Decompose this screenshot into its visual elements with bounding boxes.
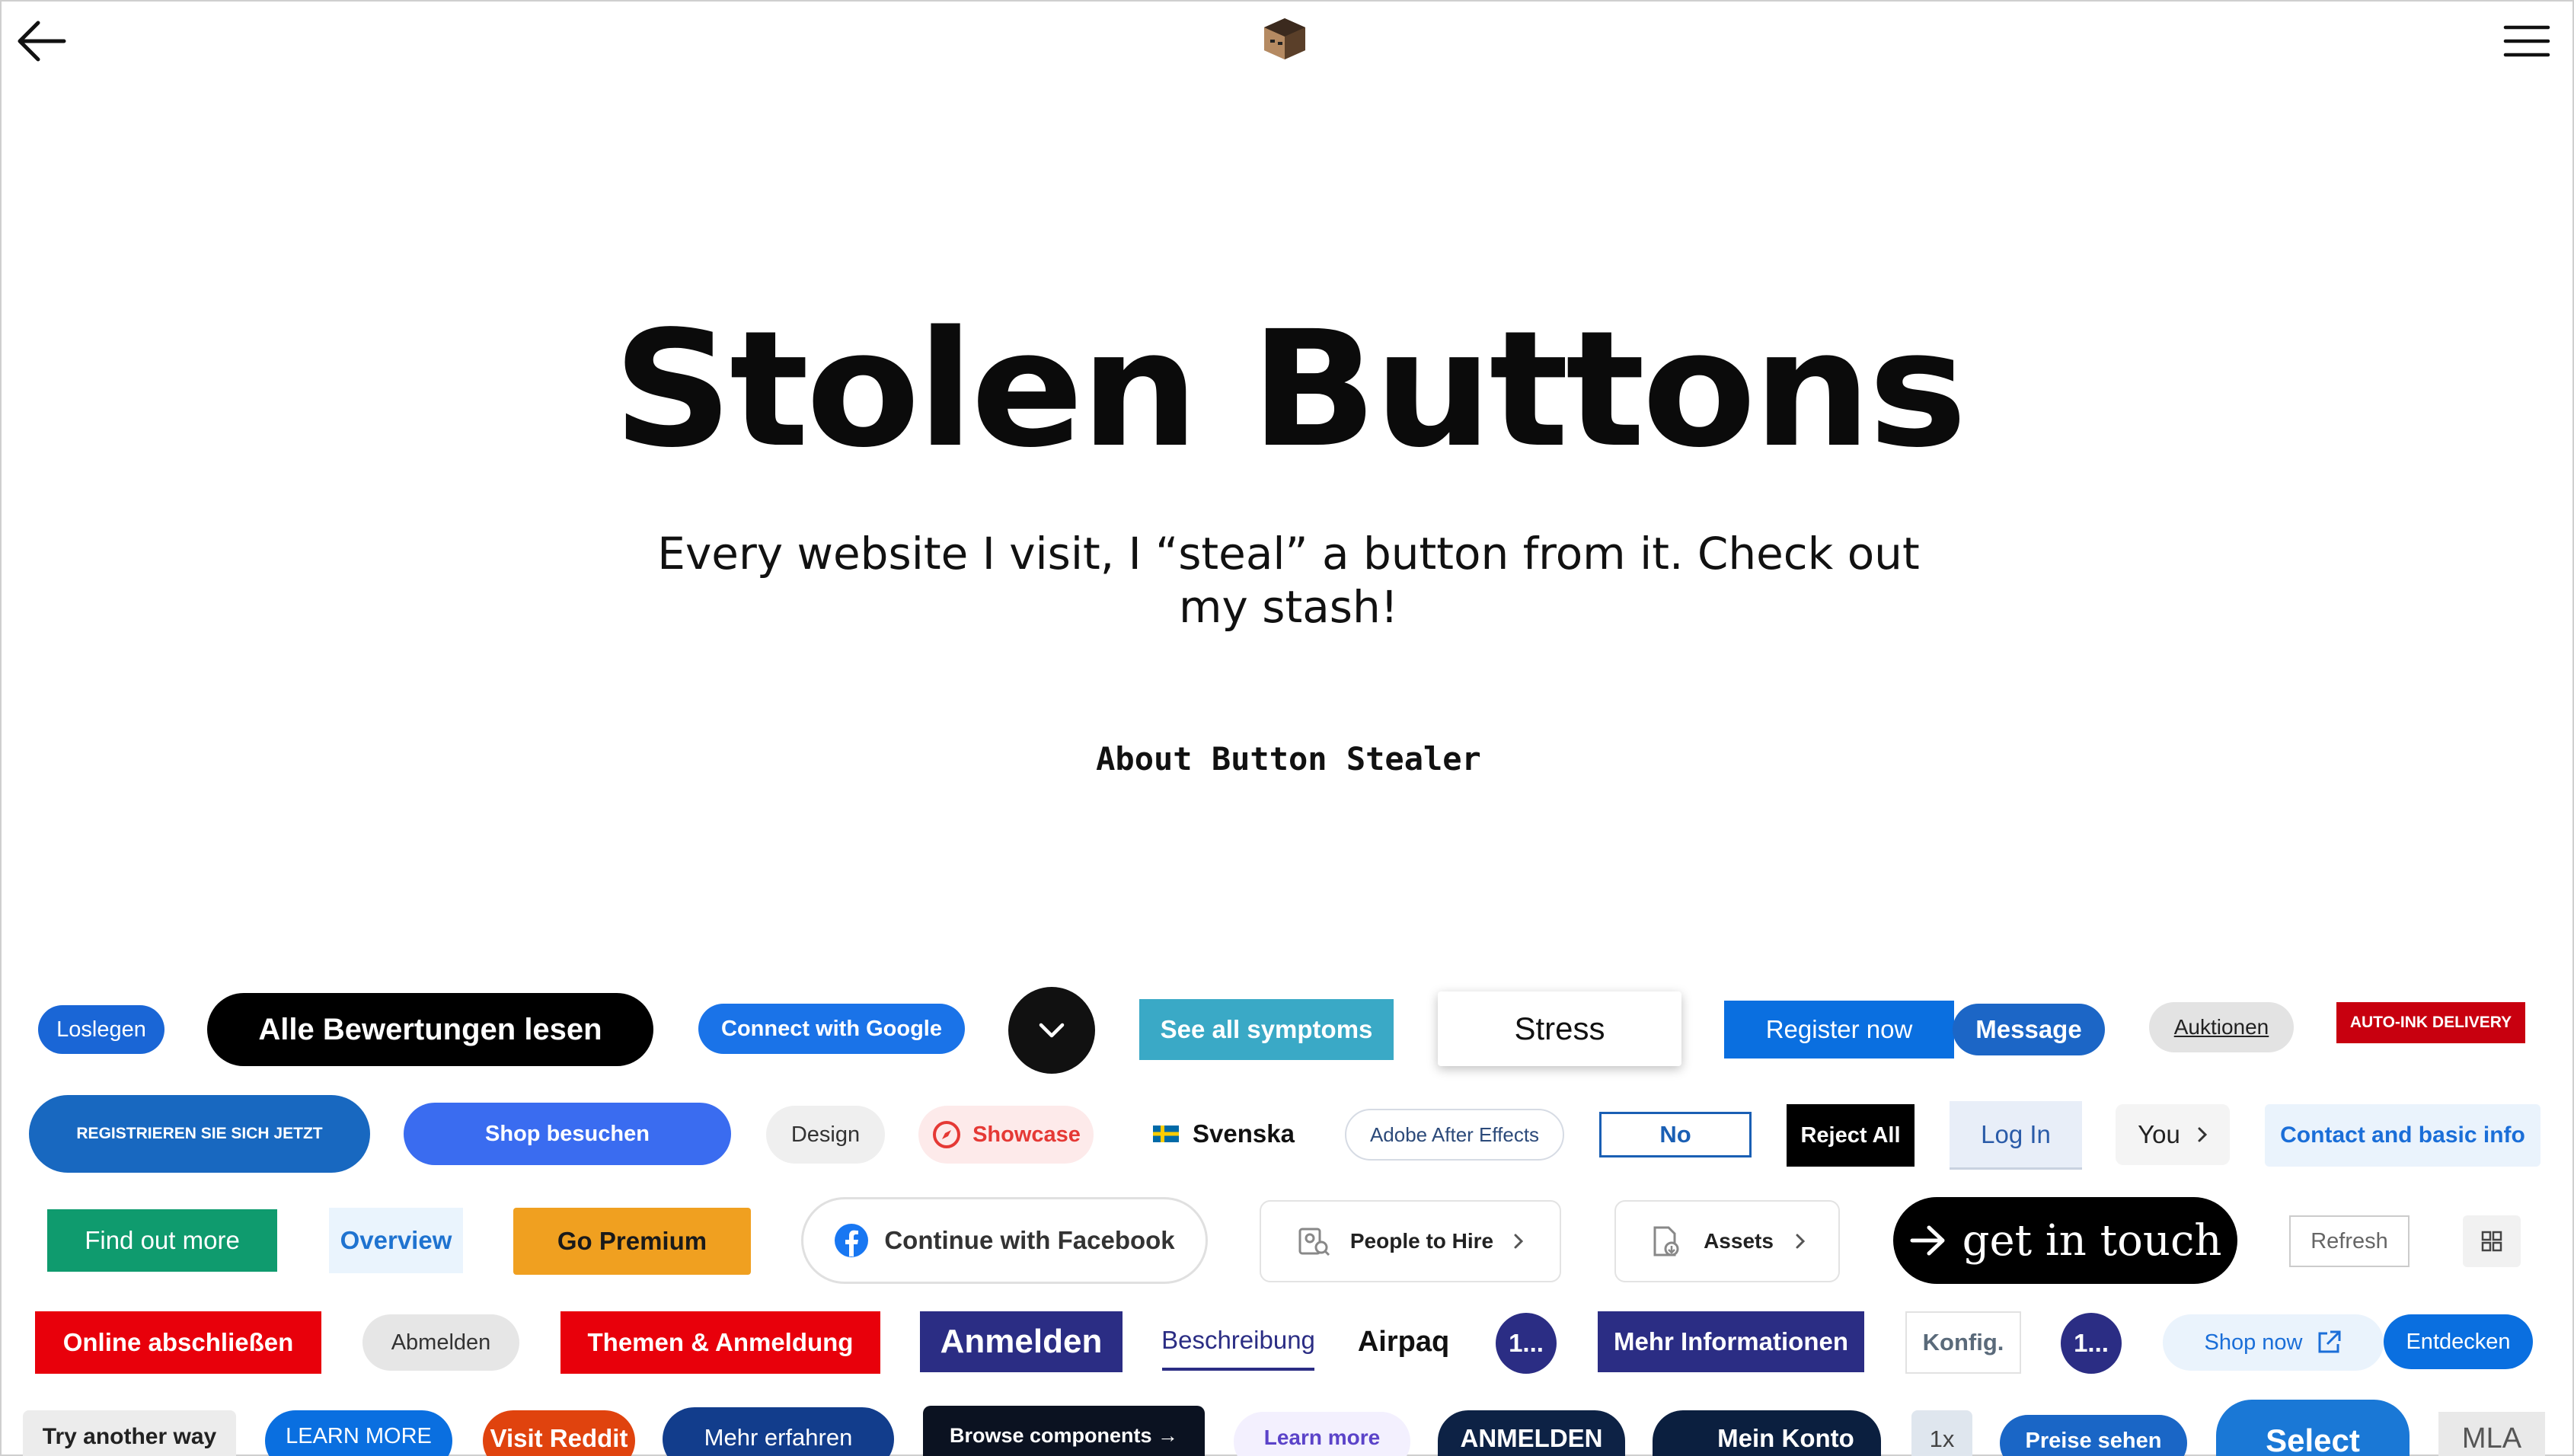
themen-anmeldung-button[interactable]: Themen & Anmeldung <box>560 1311 880 1374</box>
chevron-right-icon <box>2198 1127 2207 1142</box>
continue-with-facebook-button[interactable]: Continue with Facebook <box>801 1197 1208 1284</box>
browse-components-button[interactable]: Browse components → <box>923 1406 1205 1456</box>
auktionen-button[interactable]: Auktionen <box>2149 1002 2294 1052</box>
learn-more-caps-button[interactable]: LEARN MORE <box>265 1410 452 1456</box>
reject-all-button[interactable]: Reject All <box>1787 1104 1915 1167</box>
konfig-button[interactable]: Konfig. <box>1905 1311 2021 1374</box>
chevron-down-icon <box>1039 1023 1065 1038</box>
select-button[interactable]: Select <box>2216 1400 2410 1456</box>
find-out-more-button[interactable]: Find out more <box>47 1209 277 1272</box>
loslegen-button[interactable]: Loslegen <box>38 1005 164 1054</box>
overview-button[interactable]: Overview <box>329 1208 463 1273</box>
shop-now-label: Shop now <box>2204 1330 2303 1355</box>
assets-label: Assets <box>1704 1229 1774 1253</box>
hamburger-menu-icon <box>2503 25 2550 57</box>
top-bar <box>2 2 2574 85</box>
contact-and-basic-info-button[interactable]: Contact and basic info <box>2265 1104 2540 1167</box>
you-button[interactable]: You <box>2116 1104 2230 1165</box>
entdecken-button[interactable]: Entdecken <box>2384 1314 2533 1369</box>
shop-now-button[interactable]: Shop now <box>2163 1314 2384 1371</box>
mla-button[interactable]: MLA <box>2438 1412 2545 1456</box>
external-link-icon <box>2318 1330 2340 1353</box>
people-to-hire-label: People to Hire <box>1349 1229 1494 1253</box>
abmelden-button[interactable]: Abmelden <box>362 1314 519 1371</box>
pagination-button-1[interactable]: 1... <box>1496 1313 1557 1374</box>
shop-besuchen-button[interactable]: Shop besuchen <box>404 1103 731 1165</box>
arrow-right-icon <box>1910 1225 1945 1256</box>
chevron-right-icon <box>1796 1234 1806 1249</box>
showcase-button[interactable]: Showcase <box>918 1106 1094 1164</box>
grid-view-button[interactable] <box>2463 1215 2521 1267</box>
back-button[interactable] <box>15 17 69 65</box>
mehr-erfahren-button[interactable]: Mehr erfahren <box>663 1407 894 1456</box>
message-button[interactable]: Message <box>1953 1004 2105 1055</box>
design-button[interactable]: Design <box>766 1106 885 1164</box>
airpaq-button[interactable]: Airpaq <box>1346 1313 1461 1371</box>
anmelden-caps-button[interactable]: ANMELDEN <box>1438 1410 1625 1456</box>
preise-sehen-button[interactable]: Preise sehen <box>2000 1415 2187 1456</box>
log-in-button[interactable]: Log In <box>1950 1101 2082 1170</box>
people-to-hire-button[interactable]: People to Hire <box>1260 1200 1561 1282</box>
adobe-after-effects-button[interactable]: Adobe After Effects <box>1345 1109 1564 1161</box>
menu-button[interactable] <box>2501 20 2553 62</box>
get-in-touch-button[interactable]: get in touch <box>1893 1197 2237 1284</box>
page-subtitle: Every website I visit, I “steal” a butto… <box>657 528 1920 633</box>
avatar-image <box>1264 18 1305 59</box>
online-abschliessen-button[interactable]: Online abschließen <box>35 1311 321 1374</box>
avatar[interactable] <box>1263 17 1307 61</box>
register-now-button[interactable]: Register now <box>1724 1001 1954 1058</box>
chevron-down-button[interactable] <box>1008 987 1095 1074</box>
svenska-label: Svenska <box>1193 1119 1295 1148</box>
assets-button[interactable]: Assets <box>1614 1200 1840 1282</box>
arrow-left-icon <box>18 21 66 62</box>
speed-1x-button[interactable]: 1x <box>1911 1410 1972 1456</box>
auto-ink-delivery-button[interactable]: AUTO-INK DELIVERY <box>2336 1002 2525 1043</box>
about-link[interactable]: About Button Stealer <box>2 740 2574 777</box>
registrieren-button[interactable]: REGISTRIEREN SIE SICH JETZT <box>29 1095 370 1173</box>
get-in-touch-label: get in touch <box>1962 1215 2222 1266</box>
page-title: Stolen Buttons <box>612 296 1967 483</box>
connect-with-google-button[interactable]: Connect with Google <box>698 1004 965 1054</box>
continue-with-facebook-label: Continue with Facebook <box>884 1226 1175 1254</box>
refresh-button[interactable]: Refresh <box>2289 1215 2410 1267</box>
mein-konto-button[interactable]: Mein Konto <box>1653 1410 1881 1456</box>
alle-bewertungen-lesen-button[interactable]: Alle Bewertungen lesen <box>207 993 653 1066</box>
pagination-button-2[interactable]: 1... <box>2061 1313 2122 1374</box>
grid-icon <box>2481 1231 2502 1252</box>
chevron-right-icon <box>1514 1234 1524 1249</box>
learn-more-button[interactable]: Learn more <box>1234 1412 1410 1456</box>
mehr-informationen-button[interactable]: Mehr Informationen <box>1598 1311 1864 1372</box>
no-button[interactable]: No <box>1599 1112 1752 1157</box>
people-search-icon <box>1298 1228 1330 1256</box>
facebook-icon <box>835 1224 869 1257</box>
see-all-symptoms-button[interactable]: See all symptoms <box>1139 999 1394 1060</box>
stress-button[interactable]: Stress <box>1438 991 1681 1066</box>
visit-reddit-button[interactable]: Visit Reddit <box>483 1410 635 1456</box>
compass-icon <box>933 1121 961 1148</box>
you-label: You <box>2138 1120 2180 1148</box>
try-another-way-button[interactable]: Try another way <box>23 1410 236 1456</box>
beschreibung-tab[interactable]: Beschreibung <box>1162 1313 1314 1371</box>
svenska-button[interactable]: Svenska <box>1136 1107 1311 1161</box>
showcase-label: Showcase <box>972 1122 1081 1147</box>
anmelden-button[interactable]: Anmelden <box>920 1311 1123 1372</box>
go-premium-button[interactable]: Go Premium <box>513 1208 751 1275</box>
swedish-flag-icon <box>1153 1126 1180 1142</box>
file-download-icon <box>1653 1226 1679 1256</box>
